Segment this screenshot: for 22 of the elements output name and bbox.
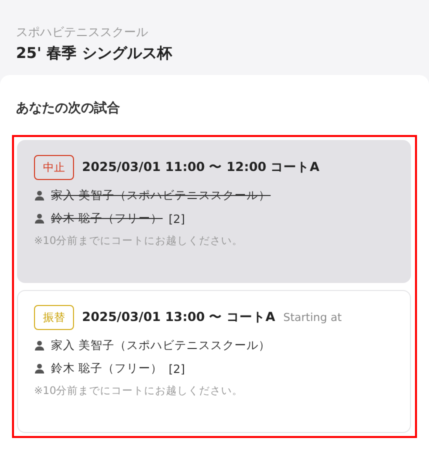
player-name: 鈴木 聡子（フリー） xyxy=(51,361,163,376)
match-schedule: 2025/03/01 11:00 〜 12:00 コートA xyxy=(82,159,320,176)
person-icon xyxy=(34,340,45,351)
tournament-title: 25' 春季 シングルス杯 xyxy=(16,44,174,63)
section-title: あなたの次の試合 xyxy=(15,100,121,118)
arrival-note: ※10分前までにコートにお越しください。 xyxy=(34,234,244,248)
school-name: スポハビテニススクール xyxy=(16,24,149,40)
arrival-note: ※10分前までにコートにお越しください。 xyxy=(34,384,244,398)
seed-number: [2] xyxy=(168,362,185,376)
match-card[interactable]: 振替 2025/03/01 13:00 〜 コートA Starting at 家入 美智子（スポハビテニススクール） 鈴木 聡子（フリー） [2] ※10分前までにコートにお越しください。 xyxy=(17,290,411,433)
match-card[interactable]: 中止 2025/03/01 11:00 〜 12:00 コートA 家入 美智子（スポハビテニススクール） 鈴木 聡子（フリー） [2] ※10分前までにコートにお越しください。 xyxy=(17,140,411,283)
person-icon xyxy=(34,213,45,224)
match-schedule: 2025/03/01 13:00 〜 コートA xyxy=(82,309,276,326)
status-badge: 振替 xyxy=(34,305,74,330)
start-hint: Starting at xyxy=(283,311,342,324)
seed-number: [2] xyxy=(168,212,185,226)
player-name: 家入 美智子（スポハビテニススクール） xyxy=(51,188,271,203)
person-icon xyxy=(34,363,45,374)
player-name: 鈴木 聡子（フリー） xyxy=(51,211,163,226)
status-badge: 中止 xyxy=(34,155,74,180)
player-name: 家入 美智子（スポハビテニススクール） xyxy=(51,338,271,353)
person-icon xyxy=(34,190,45,201)
